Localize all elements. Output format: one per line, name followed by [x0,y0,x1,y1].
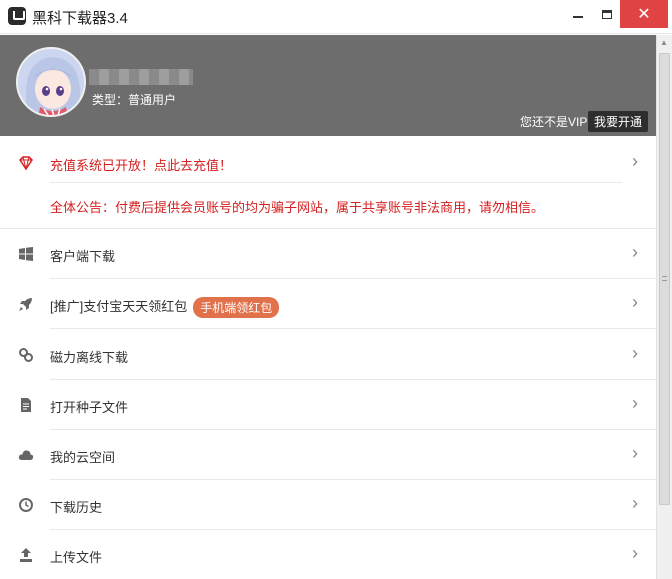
cloud-icon [18,447,34,463]
open-vip-button[interactable]: 我要开通 [588,111,648,132]
menu-item-label: [推广]支付宝天天领红包 手机端领红包 [50,296,280,319]
windows-icon [18,246,34,262]
chevron-right-icon: › [632,393,638,413]
menu-item-label: 我的云空间 [50,450,116,465]
menu-item-label: 客户端下载 [50,249,116,264]
menu-item-download-history[interactable]: 下载历史 › [0,480,656,530]
chevron-right-icon: › [632,543,638,563]
chevron-right-icon: › [632,292,638,312]
menu-item-client-download[interactable]: 客户端下载 › [0,229,656,279]
user-header: 类型：普通用户 您还不是VIP 我要开通 [0,35,656,136]
link-icon [18,347,34,363]
user-type-label: 类型：普通用户 [92,93,177,107]
title-bar: 黑科下载器3.4 ✕ [0,0,672,34]
close-icon: ✕ [637,6,651,23]
divider [50,182,622,183]
menu-item-label: 下载历史 [50,500,103,515]
scroll-thumb[interactable] [659,53,670,505]
minimize-button[interactable] [563,0,593,28]
menu-item-label: 打开种子文件 [50,400,129,415]
menu-item-alipay-promo[interactable]: [推广]支付宝天天领红包 手机端领红包 › [0,279,656,329]
menu-item-upload-file[interactable]: 上传文件 › [0,530,656,579]
notice-section: 充值系统已开放！点此去充值！ › 全体公告：付费后提供会员账号的均为骗子网站，属… [0,137,656,229]
chevron-right-icon: › [632,493,638,513]
chevron-right-icon: › [632,443,638,463]
menu-item-open-torrent[interactable]: 打开种子文件 › [0,380,656,430]
chevron-right-icon: › [632,242,638,262]
avatar[interactable] [16,47,86,117]
promo-label: [推广]支付宝天天领红包 [50,299,188,314]
chevron-right-icon[interactable]: › [632,151,638,172]
menu-item-label: 磁力离线下载 [50,350,129,365]
username-blurred [89,69,193,85]
announcement-text: 全体公告：付费后提供会员账号的均为骗子网站，属于共享账号非法商用，请勿相信。 [50,200,545,215]
menu-item-label: 上传文件 [50,550,103,565]
chevron-right-icon: › [632,343,638,363]
maximize-button[interactable] [592,0,622,28]
menu-item-cloud-space[interactable]: 我的云空间 › [0,430,656,480]
menu-item-magnet-download[interactable]: 磁力离线下载 › [0,330,656,380]
scroll-grip [662,276,667,281]
scroll-up-icon[interactable]: ▲ [660,38,668,47]
avatar-image [18,49,84,115]
recharge-link[interactable]: 充值系统已开放！点此去充值！ [50,155,232,174]
window-title: 黑科下载器3.4 [32,10,128,27]
minimize-icon [573,16,583,18]
vip-status-text: 您还不是VIP [520,115,588,129]
file-icon [18,397,34,413]
clock-icon [18,497,34,513]
app-icon [8,7,26,25]
divider [50,328,656,329]
maximize-icon [602,9,612,19]
rocket-icon [18,296,34,312]
upload-icon [18,547,34,563]
diamond-icon [18,155,34,171]
mobile-promo-badge[interactable]: 手机端领红包 [193,297,280,319]
close-button[interactable]: ✕ [620,0,668,28]
scrollbar[interactable]: ▲ [656,35,672,579]
